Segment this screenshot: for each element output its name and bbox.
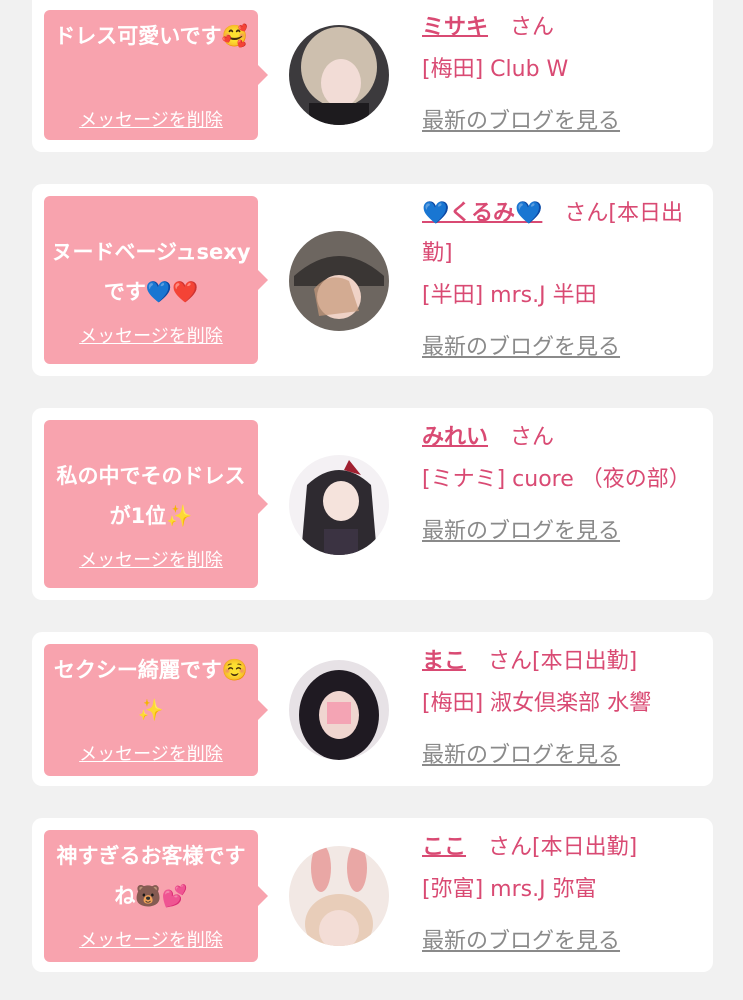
cast-suffix: さん[本日出勤]	[488, 835, 638, 860]
avatar[interactable]	[289, 231, 389, 331]
message-text: 神すぎるお客様ですね🐻💕	[56, 844, 246, 908]
avatar[interactable]	[289, 660, 389, 760]
message-bubble: 私の中でそのドレスが1位✨ メッセージを削除	[44, 420, 268, 588]
cast-suffix: さん	[510, 15, 555, 40]
cast-info: ミサキ さん [梅田] Club W 最新のブログを見る	[422, 8, 707, 142]
latest-blog-link[interactable]: 最新のブログを見る	[422, 512, 707, 552]
message-text: 私の中でそのドレスが1位✨	[56, 464, 246, 528]
shop-name: [半田] mrs.J 半田	[422, 283, 597, 308]
cast-info: ここ さん[本日出勤] [弥富] mrs.J 弥富 最新のブログを見る	[422, 828, 707, 962]
cast-suffix: さん	[510, 425, 555, 450]
message-card: ドレス可愛いです🥰 メッセージを削除 ミサキ さん [梅田] Club W 最新の…	[32, 0, 713, 152]
delete-message-link[interactable]: メッセージを削除	[44, 546, 258, 572]
message-bubble: 神すぎるお客様ですね🐻💕 メッセージを削除	[44, 830, 268, 962]
shop-name: [弥富] mrs.J 弥富	[422, 877, 597, 902]
latest-blog-link[interactable]: 最新のブログを見る	[422, 102, 707, 142]
latest-blog-link[interactable]: 最新のブログを見る	[422, 328, 707, 368]
delete-message-link[interactable]: メッセージを削除	[44, 106, 258, 132]
cast-name-link[interactable]: 💙くるみ💙	[422, 201, 542, 226]
message-card: 私の中でそのドレスが1位✨ メッセージを削除 みれい さん [ミナミ] cuore…	[32, 408, 713, 600]
message-card: ヌードベージュsexyです💙❤️ メッセージを削除 💙くるみ💙 さん[本日出勤] …	[32, 184, 713, 376]
latest-blog-link[interactable]: 最新のブログを見る	[422, 736, 707, 776]
avatar[interactable]	[289, 846, 389, 946]
message-bubble: ヌードベージュsexyです💙❤️ メッセージを削除	[44, 196, 268, 364]
cast-info: みれい さん [ミナミ] cuore （夜の部） 最新のブログを見る	[422, 418, 707, 552]
message-bubble: ドレス可愛いです🥰 メッセージを削除	[44, 10, 268, 140]
message-bubble: セクシー綺麗です☺️✨ メッセージを削除	[44, 644, 268, 776]
cast-name-link[interactable]: ここ	[422, 835, 466, 860]
cast-info: 💙くるみ💙 さん[本日出勤] [半田] mrs.J 半田 最新のブログを見る	[422, 194, 707, 368]
cast-name-link[interactable]: まこ	[422, 649, 466, 674]
delete-message-link[interactable]: メッセージを削除	[44, 322, 258, 348]
avatar[interactable]	[289, 455, 389, 555]
latest-blog-link[interactable]: 最新のブログを見る	[422, 922, 707, 962]
cast-name-link[interactable]: みれい	[422, 425, 488, 450]
message-card: セクシー綺麗です☺️✨ メッセージを削除 まこ さん[本日出勤] [梅田] 淑女倶…	[32, 632, 713, 786]
cast-suffix: さん[本日出勤]	[488, 649, 638, 674]
shop-name: [梅田] 淑女倶楽部 水響	[422, 691, 652, 716]
shop-name: [梅田] Club W	[422, 57, 569, 82]
message-card: 神すぎるお客様ですね🐻💕 メッセージを削除 ここ さん[本日出勤] [弥富] mr…	[32, 818, 713, 972]
message-text: ヌードベージュsexyです💙❤️	[51, 240, 251, 304]
message-text: セクシー綺麗です☺️✨	[53, 658, 249, 722]
cast-info: まこ さん[本日出勤] [梅田] 淑女倶楽部 水響 最新のブログを見る	[422, 642, 707, 776]
message-text: ドレス可愛いです🥰	[54, 24, 248, 48]
delete-message-link[interactable]: メッセージを削除	[44, 740, 258, 766]
delete-message-link[interactable]: メッセージを削除	[44, 926, 258, 952]
shop-name: [ミナミ] cuore （夜の部）	[422, 467, 691, 492]
avatar[interactable]	[289, 25, 389, 125]
cast-name-link[interactable]: ミサキ	[422, 15, 488, 40]
